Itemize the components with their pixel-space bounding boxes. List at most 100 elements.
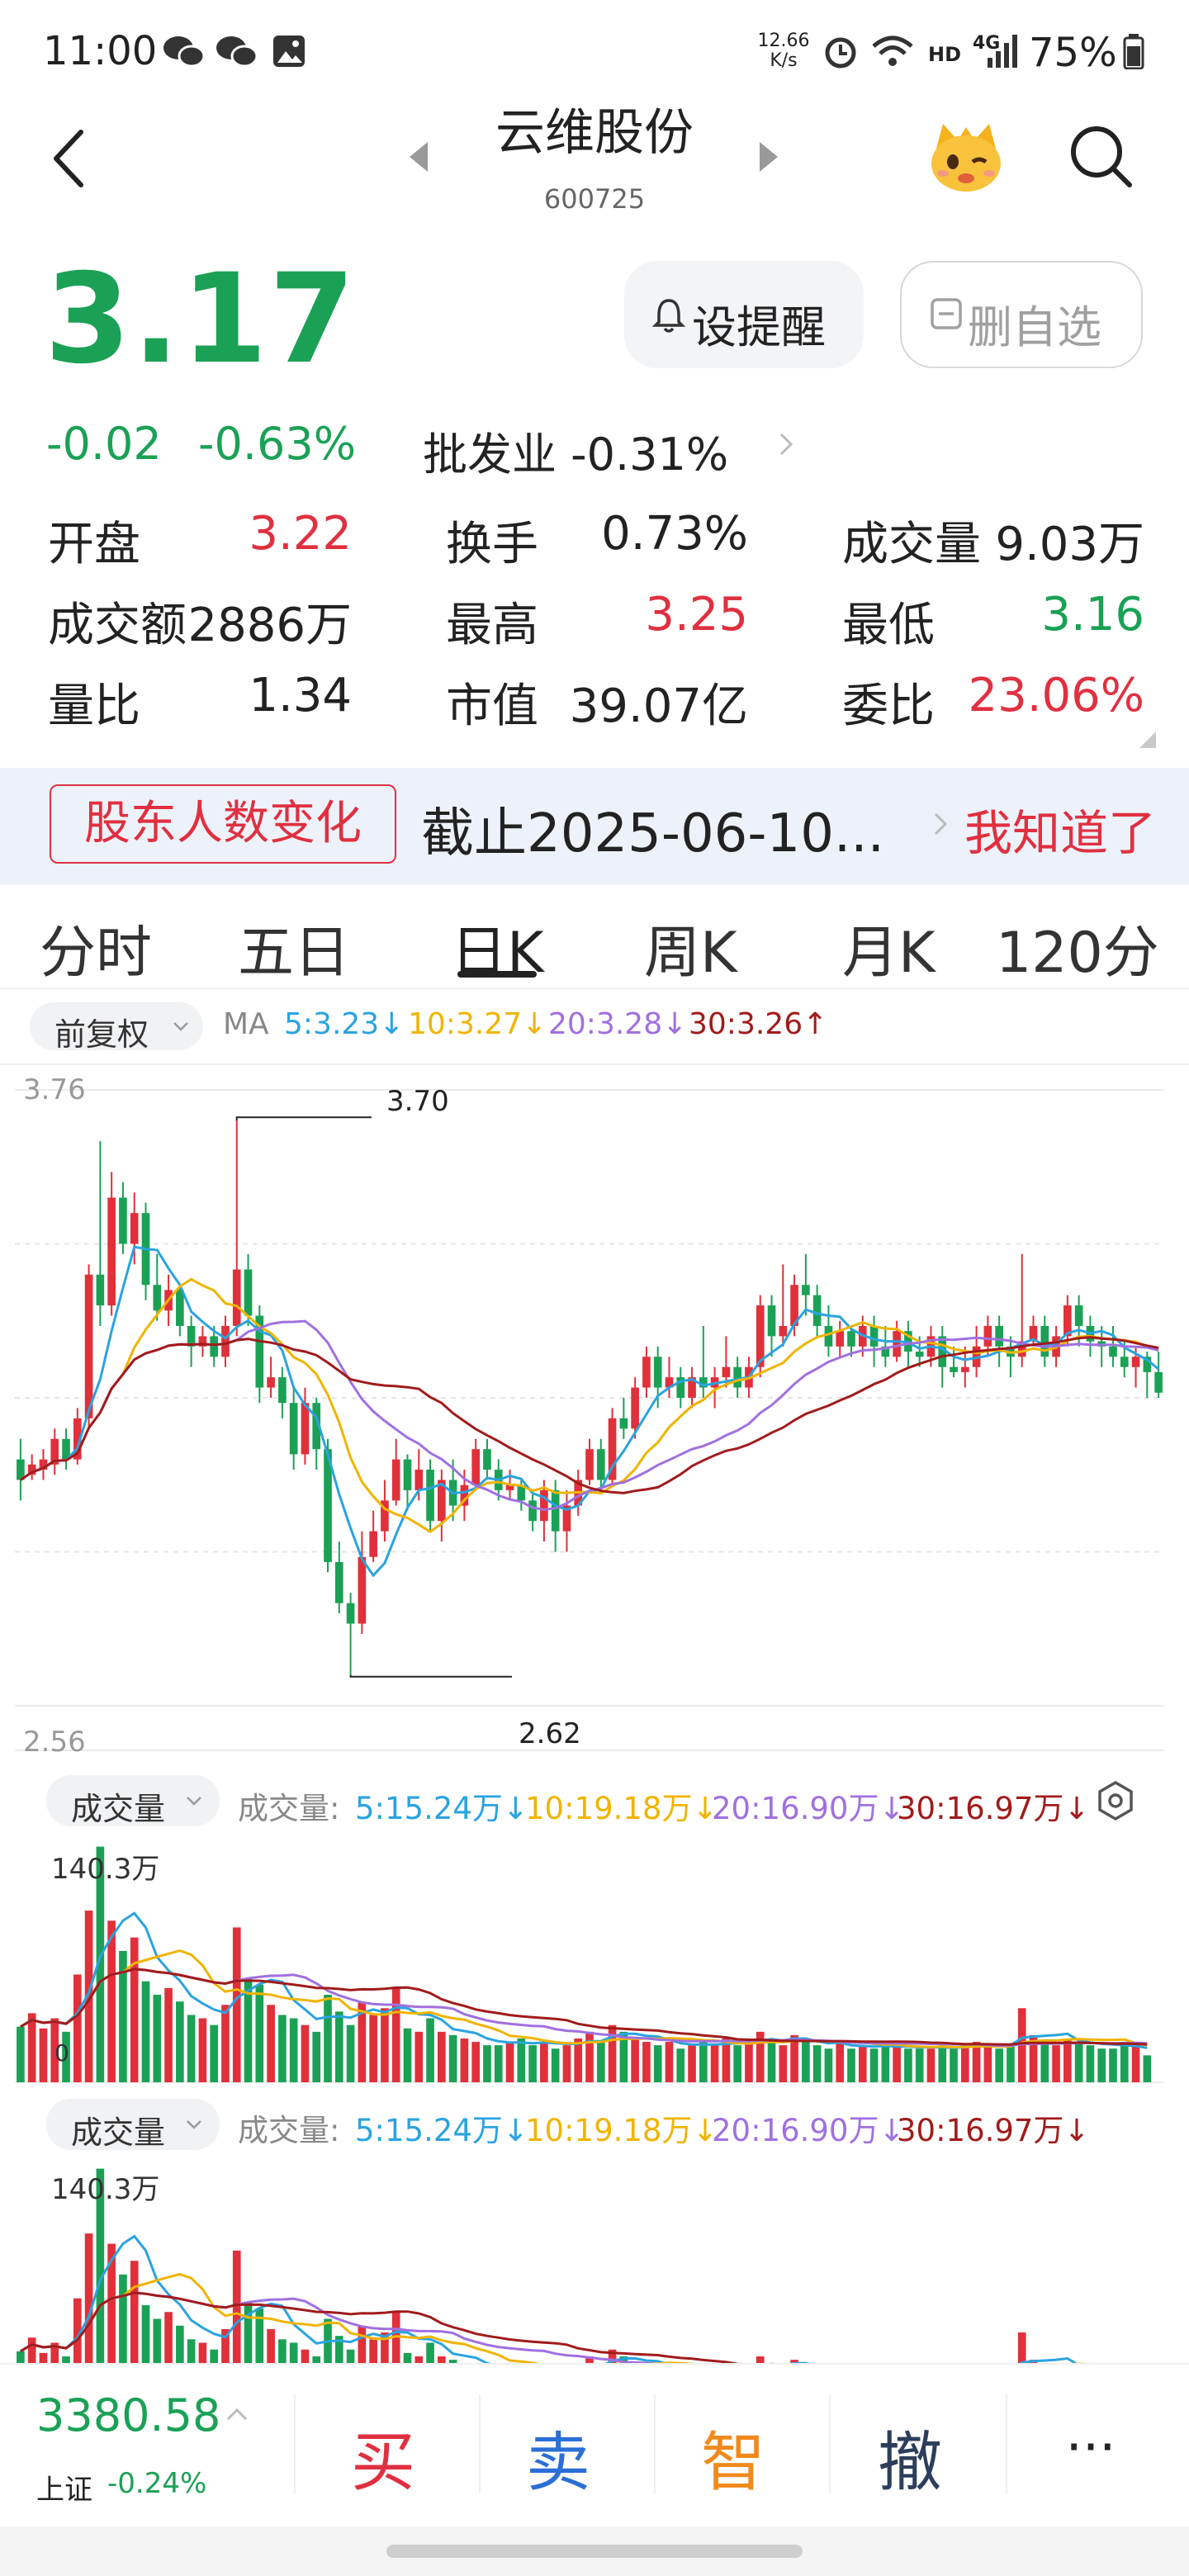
volume-panel-1-bar — [938, 2045, 947, 2082]
volume-panel-1-bar — [585, 2031, 594, 2082]
ma-prefix: MA — [223, 1007, 269, 1041]
candle-body — [893, 1331, 901, 1357]
volume-panel-2-bar — [369, 2339, 377, 2363]
chevron-right-icon[interactable] — [776, 429, 796, 459]
volume-panel-1-bar — [950, 2048, 958, 2082]
vol-ma5: 5:15.24万↓ — [355, 1791, 528, 1826]
kline-chart[interactable] — [0, 1065, 1189, 2363]
volume-panel-1-bar — [1143, 2055, 1152, 2082]
volume-panel-1-bar — [391, 1987, 400, 2082]
volume-panel-2-bar — [358, 2325, 367, 2363]
volume-panel-1-bar — [494, 2045, 503, 2082]
adjust-selector[interactable]: 前复权 — [30, 1002, 203, 1053]
ma10-value: 10:3.27↓ — [408, 1007, 547, 1041]
wechat-icon — [163, 36, 206, 68]
candle-body — [802, 1285, 810, 1295]
volume-panel-2-bar — [756, 2356, 765, 2363]
candle-body — [96, 1274, 105, 1306]
volume-panel-1-bar — [676, 2048, 685, 2082]
dismiss-banner-button[interactable]: 我知道了 — [964, 794, 1156, 864]
volume-panel-1-bar — [745, 2042, 753, 2082]
index-value[interactable]: 3380.58 — [36, 2389, 220, 2441]
stat-value: 3.25 — [645, 588, 748, 642]
candle-body — [391, 1459, 400, 1501]
volume-panel-1-bar — [324, 1994, 332, 2082]
volume-panel-1-bar — [255, 1984, 264, 2082]
tab-3[interactable]: 周K — [644, 907, 737, 988]
candle-body — [176, 1290, 184, 1326]
candle-body — [426, 1470, 434, 1522]
tab-4[interactable]: 月K — [842, 907, 936, 988]
vol-ma30: 30:16.97万↓ — [897, 1791, 1090, 1826]
vol2-ma30: 30:16.97万↓ — [897, 2113, 1090, 2148]
stat-value: 1.34 — [249, 669, 352, 722]
hd-label: HD — [928, 43, 962, 66]
candle-body — [1120, 1357, 1129, 1367]
search-icon[interactable] — [1067, 122, 1135, 190]
volume-panel-1-bar — [381, 2008, 389, 2082]
volume-panel-1-bar — [733, 2045, 741, 2082]
next-stock-icon[interactable] — [756, 139, 781, 175]
banner-text[interactable]: 截止2025-06-10... — [421, 791, 884, 867]
candle-body — [346, 1603, 355, 1624]
chevron-up-icon[interactable] — [225, 2406, 249, 2422]
volume-panel-1-bar — [767, 2038, 776, 2082]
volume-panel-1-bar — [187, 2015, 196, 2082]
volume-panel-1-bar — [27, 2013, 36, 2082]
tab-1[interactable]: 五日 — [238, 907, 350, 988]
candle-body — [84, 1274, 93, 1418]
separator — [654, 2394, 656, 2493]
signal-icon — [988, 35, 1017, 68]
stat-value: 3.22 — [249, 507, 352, 561]
volume-selector-2[interactable]: 成交量 — [46, 2099, 220, 2151]
candle-body — [414, 1470, 424, 1490]
tab-5[interactable]: 120分 — [996, 907, 1159, 988]
candle-body — [358, 1556, 367, 1624]
home-indicator[interactable] — [386, 2545, 803, 2558]
current-price: 3.17 — [45, 248, 358, 391]
volume-panel-2-bar — [244, 2301, 253, 2363]
tab-0[interactable]: 分时 — [40, 907, 152, 988]
stat-value: 0.73% — [601, 507, 748, 561]
volume-panel-1-bar — [688, 2045, 696, 2082]
action-button-3[interactable]: 撤 — [844, 2411, 976, 2503]
volume-panel-2-bar — [62, 2356, 70, 2363]
expand-corner-icon[interactable] — [1139, 732, 1156, 748]
volume-panel-1-bar — [665, 2042, 674, 2082]
mascot-icon[interactable] — [925, 116, 1007, 198]
minus-box-icon — [931, 298, 962, 329]
shareholder-change-tag[interactable]: 股东人数变化 — [50, 784, 396, 864]
volume-panel-1-bar — [301, 2024, 310, 2082]
remove-watchlist-button[interactable]: 删自选 — [900, 261, 1143, 368]
set-alert-button[interactable]: 设提醒 — [624, 261, 864, 368]
volume-panel-1-bar — [107, 1920, 116, 2082]
candle-body — [631, 1387, 639, 1429]
volume-panel-2-bar — [210, 2349, 219, 2363]
industry-change[interactable]: 批发业 -0.31% — [423, 418, 728, 483]
volume-panel-1-bar — [414, 2031, 424, 2082]
volume-panel-2-bar — [414, 2356, 424, 2363]
volume-panel-1-bar — [812, 2045, 822, 2082]
action-button-1[interactable]: 卖 — [492, 2411, 624, 2503]
candle-body — [551, 1489, 560, 1532]
volume-panel-1-bar — [1063, 2038, 1072, 2082]
volume-panel-1-bar — [1131, 2045, 1140, 2082]
action-button-0[interactable]: 买 — [317, 2411, 449, 2503]
high-marker-label: 3.70 — [386, 1085, 449, 1118]
volume-panel-1-bar — [346, 2024, 355, 2082]
candle-body — [1040, 1325, 1049, 1357]
settings-icon[interactable] — [1095, 1780, 1136, 1821]
volume-panel-1-bar — [858, 2045, 867, 2082]
action-button-4[interactable]: ··· — [1029, 2417, 1153, 2479]
volume-panel-1-bar — [1007, 2045, 1015, 2082]
volume-panel-1-bar — [1109, 2048, 1117, 2082]
volume-panel-1-bar — [551, 2048, 560, 2082]
volume-panel-1-bar — [289, 2018, 298, 2082]
vol2-max-label: 140.3万 — [51, 2173, 160, 2206]
volume-panel-1-bar — [904, 2048, 912, 2082]
action-button-2[interactable]: 智 — [667, 2411, 799, 2503]
volume-selector[interactable]: 成交量 — [46, 1775, 220, 1827]
volume-panel-1-bar — [210, 2024, 219, 2082]
volume-panel-1-bar — [926, 2048, 936, 2082]
volume-panel-1-bar — [710, 2045, 719, 2082]
